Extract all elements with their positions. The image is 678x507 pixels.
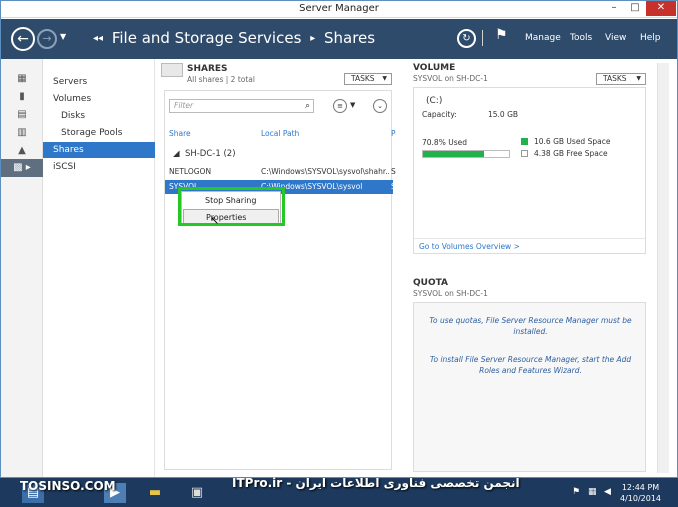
clock-time: 12:44 PM <box>621 483 660 492</box>
highlight-box <box>178 187 285 226</box>
clock-date: 4/10/2014 <box>620 494 662 503</box>
usage-bar-fill <box>423 151 484 157</box>
filter-input[interactable]: Filter ⌕ <box>169 99 314 113</box>
watermark-left: TOSINSO.COM <box>20 479 116 493</box>
breadcrumb-file-storage[interactable]: File and Storage Services <box>112 29 302 47</box>
title-bar[interactable]: Server Manager – □ ✕ <box>1 1 677 18</box>
drive-letter: (C:) <box>426 96 443 106</box>
chevron-down-icon: ▼ <box>636 75 641 82</box>
shares-panel: SHARES All shares | 2 total TASKS ▼ Filte… <box>161 63 396 473</box>
forward-button[interactable]: → <box>37 29 57 49</box>
maximize-button[interactable]: □ <box>625 1 645 16</box>
dashboard-icon[interactable]: ▦ <box>11 73 33 87</box>
menu-help[interactable]: Help <box>640 33 661 43</box>
breadcrumb-shares[interactable]: Shares <box>324 29 375 47</box>
watermark-right: انجمن تخصصی فناوری اطلاعات ایران - ITPro… <box>232 476 520 490</box>
breadcrumb-back-icon: ◂◂ <box>93 33 104 44</box>
volumes-overview-link[interactable]: Go to Volumes Overview > <box>419 242 520 251</box>
mouse-cursor-icon: ↖ <box>210 214 220 227</box>
used-percent: 70.8% Used <box>422 138 467 147</box>
used-space: 10.6 GB Used Space <box>534 137 611 146</box>
sidebar-item-servers[interactable]: Servers <box>43 74 155 90</box>
menu-manage[interactable]: Manage <box>525 33 561 43</box>
sidebar-item-volumes[interactable]: Volumes <box>43 91 155 107</box>
table-row[interactable]: NETLOGON C:\Windows\SYSVOL\sysvol\shahr.… <box>165 165 396 179</box>
list-options-icon[interactable]: ≡ <box>333 99 347 113</box>
sidebar-item-storage-pools[interactable]: Storage Pools <box>43 125 155 141</box>
menu-view[interactable]: View <box>605 33 626 43</box>
column-header-share[interactable]: Share <box>169 129 191 138</box>
sidebar: Servers Volumes Disks Storage Pools Shar… <box>43 59 155 477</box>
free-space: 4.38 GB Free Space <box>534 149 608 158</box>
quota-message-install: To use quotas, File Server Resource Mana… <box>429 316 632 336</box>
breadcrumb-separator-icon: ▸ <box>310 33 316 44</box>
sidebar-item-shares[interactable]: Shares <box>43 142 155 158</box>
shares-tasks-label: TASKS <box>351 74 375 83</box>
file-explorer-taskbar-icon[interactable]: ▬ <box>144 483 166 503</box>
shares-grid: Filter ⌕ ≡ ▼ ⌄ Share Local Path P ◢ SH-D… <box>164 90 396 470</box>
quota-subtitle: SYSVOL on SH-DC-1 <box>413 289 488 298</box>
shares-tasks-dropdown[interactable]: TASKS ▼ <box>344 73 392 85</box>
notifications-flag-icon[interactable]: ⚑ <box>495 27 508 43</box>
action-center-icon[interactable]: ⚑ <box>572 487 580 497</box>
nav-divider <box>482 30 483 46</box>
refresh-icon[interactable]: ↻ <box>457 29 476 48</box>
capacity-label: Capacity: <box>422 110 457 119</box>
navigation-bar: ← → ▼ ◂◂ File and Storage Services ▸ Sha… <box>1 19 677 59</box>
share-path: C:\Windows\SYSVOL\sysvol\shahr... <box>261 167 389 176</box>
volume-details: (C:) Capacity: 15.0 GB 70.8% Used 10.6 G… <box>413 87 646 254</box>
network-icon[interactable]: ▦ <box>588 487 597 497</box>
quota-message-wizard[interactable]: To install File Server Resource Manager,… <box>424 354 637 376</box>
file-services-icon[interactable]: ▩ ▸ <box>1 159 43 177</box>
scrollbar[interactable] <box>657 63 669 473</box>
menu-tools[interactable]: Tools <box>570 33 592 43</box>
used-legend-swatch <box>521 138 528 145</box>
free-legend-swatch <box>521 150 528 157</box>
quota-details: To use quotas, File Server Resource Mana… <box>413 302 646 472</box>
volume-tasks-label: TASKS <box>603 74 627 83</box>
history-dropdown-icon[interactable]: ▼ <box>60 32 66 41</box>
column-header-p[interactable]: P <box>391 129 396 138</box>
volume-title: VOLUME <box>413 63 456 73</box>
volume-tasks-dropdown[interactable]: TASKS ▼ <box>596 73 646 85</box>
filter-placeholder: Filter <box>174 101 194 110</box>
minimize-button[interactable]: – <box>604 1 624 16</box>
share-protocol: S <box>391 182 396 191</box>
usage-bar <box>422 150 510 158</box>
expand-icon[interactable]: ⌄ <box>373 99 387 113</box>
storage-icon[interactable]: ▲ <box>11 145 33 159</box>
volume-panel: VOLUME SYSVOL on SH-DC-1 TASKS ▼ (C:) Cap… <box>413 63 648 258</box>
close-button[interactable]: ✕ <box>646 1 676 16</box>
shares-subtitle: All shares | 2 total <box>187 75 255 84</box>
column-header-local-path[interactable]: Local Path <box>261 129 299 138</box>
server-manager-window: Server Manager – □ ✕ ← → ▼ ◂◂ File and S… <box>0 0 678 478</box>
search-icon[interactable]: ⌕ <box>305 100 310 112</box>
quota-title: QUOTA <box>413 278 449 288</box>
back-button[interactable]: ← <box>11 27 35 51</box>
local-server-icon[interactable]: ▮ <box>11 91 33 105</box>
breadcrumb: ◂◂ File and Storage Services ▸ Shares <box>89 29 375 47</box>
volume-icon[interactable]: ◀ <box>604 487 611 497</box>
group-header[interactable]: ◢ SH-DC-1 (2) <box>173 149 236 159</box>
shares-collapse-icon[interactable] <box>161 63 183 77</box>
chevron-down-icon: ▼ <box>382 75 387 82</box>
window-title: Server Manager <box>299 3 379 14</box>
all-servers-icon[interactable]: ▤ <box>11 109 33 123</box>
capacity-value: 15.0 GB <box>488 110 519 119</box>
list-options-chevron-icon[interactable]: ▼ <box>350 101 355 109</box>
share-protocol: S <box>391 167 396 176</box>
roles-icon[interactable]: ▥ <box>11 127 33 141</box>
left-rail: ▦ ▮ ▤ ▥ ▲ ▩ ▸ <box>1 59 43 477</box>
group-label: SH-DC-1 (2) <box>184 149 236 159</box>
divider <box>414 238 645 239</box>
quota-panel: QUOTA SYSVOL on SH-DC-1 To use quotas, F… <box>413 278 648 473</box>
app-taskbar-icon[interactable]: ▣ <box>186 483 208 503</box>
sidebar-item-disks[interactable]: Disks <box>43 108 155 124</box>
share-name: NETLOGON <box>169 167 212 176</box>
sidebar-item-iscsi[interactable]: iSCSI <box>43 159 155 175</box>
system-clock[interactable]: 12:44 PM 4/10/2014 <box>620 482 661 504</box>
shares-title: SHARES <box>187 64 228 74</box>
